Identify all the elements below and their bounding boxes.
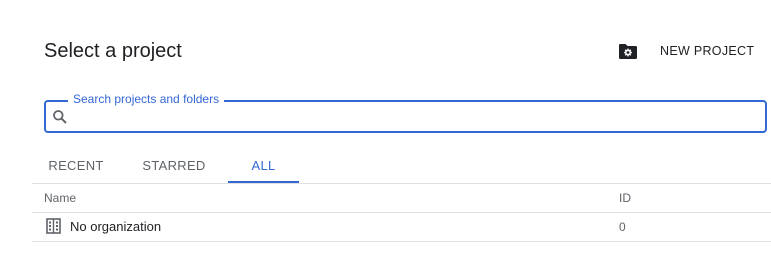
- tab-starred[interactable]: STARRED: [120, 149, 228, 183]
- search-input[interactable]: [76, 104, 756, 129]
- table-row[interactable]: No organization 0: [32, 213, 771, 241]
- tab-all[interactable]: ALL: [228, 149, 299, 183]
- new-project-button[interactable]: NEW PROJECT: [612, 38, 754, 64]
- organization-building-icon: [46, 218, 61, 234]
- row-id: 0: [619, 220, 626, 234]
- column-header-id: ID: [619, 191, 631, 205]
- column-header-name: Name: [44, 191, 77, 205]
- page-title: Select a project: [44, 40, 182, 62]
- row-name: No organization: [70, 219, 162, 234]
- new-folder-gear-icon: [619, 43, 637, 59]
- new-project-label: NEW PROJECT: [660, 44, 755, 58]
- search-icon: [53, 110, 67, 124]
- tabs-divider: [32, 183, 771, 184]
- tab-recent[interactable]: RECENT: [32, 149, 120, 183]
- tab-bar: RECENT STARRED ALL: [32, 149, 299, 183]
- row-divider: [32, 241, 771, 242]
